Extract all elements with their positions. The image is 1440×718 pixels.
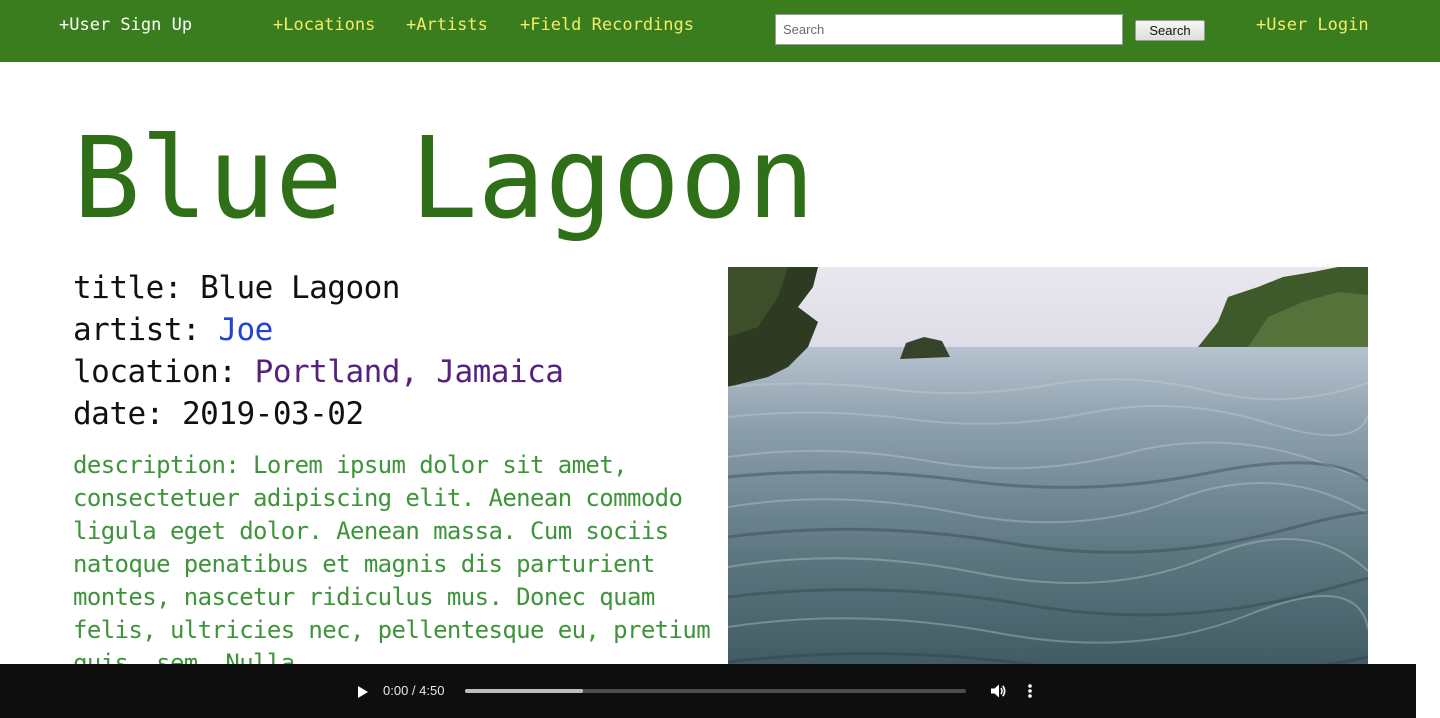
- nav-locations-link[interactable]: +Locations: [273, 14, 375, 36]
- title-label: title:: [73, 270, 182, 306]
- recording-photo: [728, 267, 1368, 687]
- play-icon: [358, 686, 368, 698]
- audio-progress-fill: [465, 689, 583, 693]
- search-input[interactable]: [775, 14, 1123, 45]
- search-button[interactable]: Search: [1135, 20, 1205, 41]
- location-link[interactable]: Portland, Jamaica: [255, 354, 564, 390]
- title-row: title: Blue Lagoon: [73, 267, 713, 309]
- artist-link[interactable]: Joe: [218, 312, 273, 348]
- audio-progress-slider[interactable]: [465, 689, 966, 693]
- page-title: Blue Lagoon: [73, 114, 815, 244]
- more-options-button[interactable]: [1024, 682, 1036, 700]
- description-text: description: Lorem ipsum dolor sit amet,…: [73, 451, 711, 677]
- more-vertical-icon: [1028, 684, 1032, 698]
- title-value: Blue Lagoon: [200, 270, 400, 306]
- nav-user-sign-up-link[interactable]: +User Sign Up: [59, 14, 192, 36]
- artist-label: artist:: [73, 312, 201, 348]
- location-label: location:: [73, 354, 237, 390]
- volume-icon: [991, 684, 1006, 698]
- date-value: 2019-03-02: [182, 396, 364, 432]
- volume-button[interactable]: [989, 682, 1007, 700]
- date-label: date:: [73, 396, 164, 432]
- audio-player: 0:00 / 4:50: [0, 664, 1416, 718]
- location-row: location: Portland, Jamaica: [73, 351, 713, 393]
- top-nav: +User Sign Up +Locations +Artists +Field…: [0, 0, 1440, 62]
- recording-details: title: Blue Lagoon artist: Joe location:…: [73, 267, 713, 435]
- play-button[interactable]: [356, 684, 370, 698]
- nav-field-recordings-link[interactable]: +Field Recordings: [520, 14, 694, 36]
- audio-time: 0:00 / 4:50: [383, 683, 445, 698]
- artist-row: artist: Joe: [73, 309, 713, 351]
- date-row: date: 2019-03-02: [73, 393, 713, 435]
- nav-artists-link[interactable]: +Artists: [406, 14, 488, 36]
- nav-user-login-link[interactable]: +User Login: [1256, 14, 1369, 36]
